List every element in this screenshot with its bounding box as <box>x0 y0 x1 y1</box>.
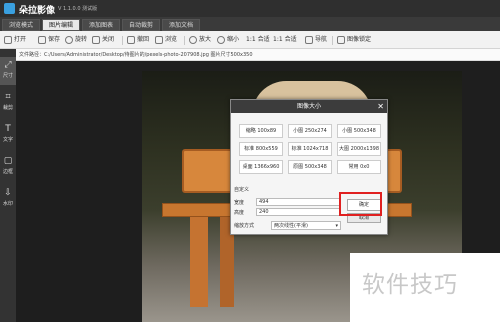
preset-small-250[interactable]: 小图 250x274 <box>288 124 332 138</box>
zoom-in-button[interactable]: 放大 <box>189 35 211 45</box>
open-button[interactable]: 打开 <box>4 35 26 45</box>
ok-button-highlight <box>339 192 382 216</box>
save-button[interactable]: 保存 <box>38 35 60 45</box>
preset-thumbnail[interactable]: 缩略 100x89 <box>239 124 283 138</box>
toolbar: 打开 保存 旋转 关闭 撤回 浏览 放大 缩小 1:1 合适 1:1 合适 导航… <box>0 31 500 49</box>
preset-desktop[interactable]: 桌面 1366x960 <box>239 160 283 174</box>
zoom-in-icon <box>189 35 197 44</box>
title-bar: 朵拉影像 V 1.1.0.0 测试版 <box>0 0 500 17</box>
browse-icon <box>155 35 163 44</box>
preset-standard-1024[interactable]: 标准 1024x718 <box>288 142 332 156</box>
sidebar-item-border[interactable]: ▢ 边框 <box>0 153 16 181</box>
site-watermark: 软件技巧 <box>350 253 500 322</box>
custom-group-label: 自定义 <box>234 187 250 193</box>
watermark-text: 软件技巧 <box>362 272 458 298</box>
height-label: 高度 <box>234 210 245 216</box>
scale-mode-select[interactable]: 两次线性(平滑) ▾ <box>271 221 341 230</box>
fit-button[interactable]: 1:1 合适 <box>246 35 270 45</box>
tab-add-document[interactable]: 添加文档 <box>162 19 200 31</box>
toolbar-divider <box>332 36 333 45</box>
download-icon <box>38 35 46 44</box>
resize-icon: ⤢ <box>4 60 12 70</box>
chevron-down-icon: ▾ <box>335 223 338 229</box>
undo-icon <box>127 35 135 44</box>
tab-image-edit[interactable]: 图片编辑 <box>42 19 80 31</box>
tab-auto-crop[interactable]: 自动裁剪 <box>122 19 160 31</box>
preset-original[interactable]: 原图 500x348 <box>288 160 332 174</box>
image-lock-icon <box>337 35 345 44</box>
plus-icon <box>4 35 12 44</box>
sidebar-item-size[interactable]: ⤢ 尺寸 <box>0 57 16 85</box>
close-icon <box>92 35 100 44</box>
tab-add-chart[interactable]: 添加图表 <box>82 19 120 31</box>
scale-mode-label: 缩放方式 <box>234 223 255 229</box>
actual-size-button[interactable]: 1:1 合适 <box>273 35 297 45</box>
width-field[interactable]: 494 <box>256 198 341 206</box>
lock-image-button[interactable]: 图像锁定 <box>337 35 371 45</box>
preset-common[interactable]: 常用 0x0 <box>337 160 381 174</box>
watermark-icon: ⇩ <box>4 188 12 198</box>
sidebar-item-text[interactable]: T 文字 <box>0 121 16 149</box>
zoom-out-icon <box>217 35 225 44</box>
border-icon: ▢ <box>3 156 13 166</box>
rotate-button[interactable]: 旋转 <box>65 35 87 45</box>
crop-icon: ⌗ <box>5 92 11 102</box>
tab-bar: 浏览模式 图片编辑 添加图表 自动裁剪 添加文档 <box>0 17 500 31</box>
tool-sidebar: ⤢ 尺寸 ⌗ 裁剪 T 文字 ▢ 边框 ⇩ 水印 <box>0 49 16 322</box>
close-button[interactable]: 关闭 <box>92 35 114 45</box>
toolbar-divider <box>122 36 123 45</box>
preset-standard-800[interactable]: 标准 800x559 <box>239 142 283 156</box>
browse-button[interactable]: 浏览 <box>155 35 177 45</box>
app-version: V 1.1.0.0 测试版 <box>58 6 98 12</box>
file-path-bar: 文件路径：C:/Users/Administrator/Desktop/待图片的… <box>16 49 500 61</box>
close-icon[interactable]: ✕ <box>377 100 384 113</box>
app-name: 朵拉影像 <box>19 6 56 16</box>
preset-small-500[interactable]: 小图 500x348 <box>337 124 381 138</box>
rotate-icon <box>65 35 73 44</box>
width-label: 宽度 <box>234 200 245 206</box>
navigator-button[interactable]: 导航 <box>305 35 327 45</box>
undo-button[interactable]: 撤回 <box>127 35 149 45</box>
height-field[interactable]: 240 <box>256 208 341 216</box>
app-logo-icon <box>4 3 15 14</box>
text-icon: T <box>5 124 11 134</box>
dialog-title: 图像大小 <box>231 100 387 113</box>
preset-large-2000[interactable]: 大图 2000x1398 <box>337 142 381 156</box>
bench-leg <box>190 217 208 307</box>
sidebar-item-watermark[interactable]: ⇩ 水印 <box>0 185 16 213</box>
navigator-icon <box>305 35 313 44</box>
zoom-out-button[interactable]: 缩小 <box>217 35 239 45</box>
sidebar-item-crop[interactable]: ⌗ 裁剪 <box>0 89 16 117</box>
toolbar-divider <box>184 36 185 45</box>
tab-browse-mode[interactable]: 浏览模式 <box>2 19 40 31</box>
